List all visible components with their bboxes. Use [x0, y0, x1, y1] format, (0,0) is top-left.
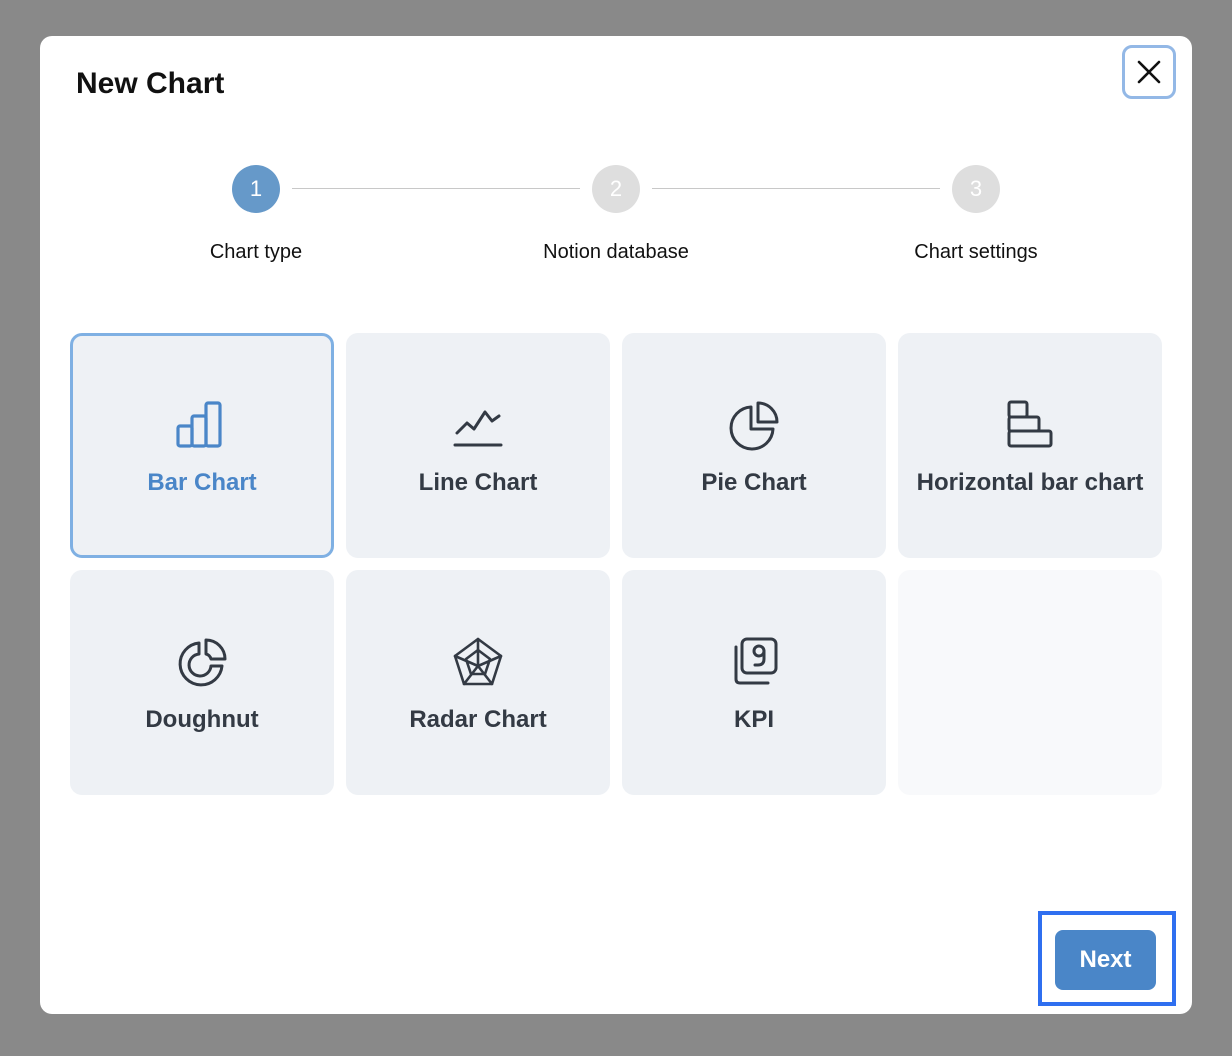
pie-chart-icon	[729, 401, 779, 451]
step-3-label: Chart settings	[914, 241, 1038, 263]
line-chart-icon	[453, 410, 503, 447]
chart-type-card-pie[interactable]: Pie Chart	[622, 333, 886, 558]
chart-type-grid: Bar Chart Line Chart Pie Chart Horizonta…	[70, 333, 1162, 795]
new-chart-modal: New Chart 1 2 3 Chart type Notion databa…	[40, 36, 1192, 1014]
step-connector-1	[292, 188, 580, 189]
bar-chart-icon	[176, 401, 222, 448]
next-button[interactable]: Next	[1055, 930, 1156, 990]
chart-type-label: Horizontal bar chart	[916, 469, 1144, 496]
chart-type-label: Doughnut	[145, 706, 259, 733]
chart-type-label: Bar Chart	[147, 469, 257, 496]
step-connector-2	[652, 188, 940, 189]
empty-card-slot	[898, 570, 1162, 795]
horizontal-bar-chart-icon	[1007, 400, 1053, 448]
chart-type-card-bar[interactable]: Bar Chart	[70, 333, 334, 558]
chart-type-label: KPI	[733, 706, 774, 733]
chart-type-label: Pie Chart	[701, 469, 807, 496]
chart-type-label: Line Chart	[418, 469, 538, 496]
step-2-label: Notion database	[543, 241, 689, 263]
chart-type-card-horizontal-bar[interactable]: Horizontal bar chart	[898, 333, 1162, 558]
chart-type-card-line[interactable]: Line Chart	[346, 333, 610, 558]
kpi-icon	[734, 637, 778, 685]
step-1-circle: 1	[232, 165, 280, 213]
stepper: 1 2 3 Chart type Notion database Chart s…	[40, 36, 1192, 296]
chart-type-card-kpi[interactable]: KPI	[622, 570, 886, 795]
chart-type-card-doughnut[interactable]: Doughnut	[70, 570, 334, 795]
chart-type-label: Radar Chart	[409, 706, 547, 733]
chart-type-card-radar[interactable]: Radar Chart	[346, 570, 610, 795]
step-3-circle: 3	[952, 165, 1000, 213]
doughnut-chart-icon	[178, 638, 227, 687]
step-2-circle: 2	[592, 165, 640, 213]
step-1-label: Chart type	[209, 241, 303, 263]
radar-chart-icon	[453, 637, 503, 686]
